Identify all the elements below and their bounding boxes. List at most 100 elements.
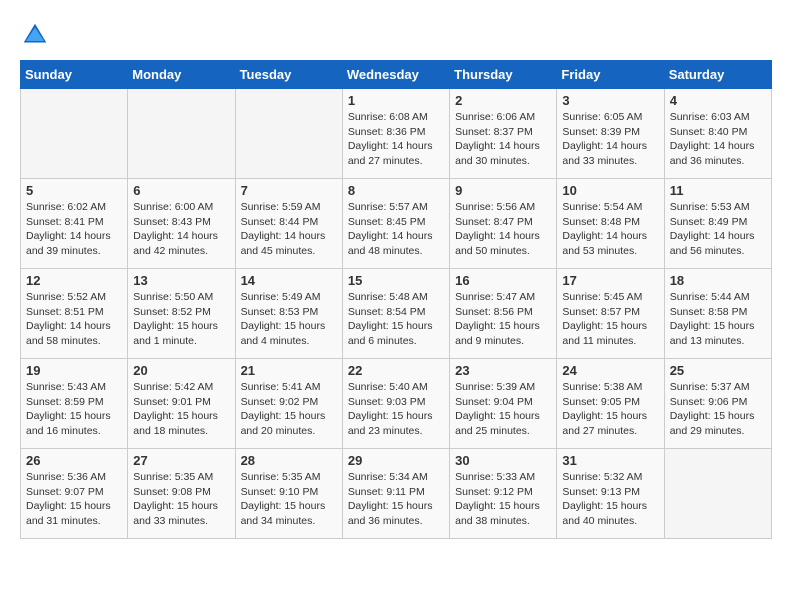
calendar-cell: 4 Sunrise: 6:03 AM Sunset: 8:40 PM Daylig…	[664, 89, 771, 179]
calendar-cell	[21, 89, 128, 179]
day-number: 9	[455, 183, 551, 198]
day-info: Sunrise: 5:37 AM Sunset: 9:06 PM Dayligh…	[670, 380, 766, 439]
day-info: Sunrise: 6:06 AM Sunset: 8:37 PM Dayligh…	[455, 110, 551, 169]
day-number: 30	[455, 453, 551, 468]
day-info: Sunrise: 6:03 AM Sunset: 8:40 PM Dayligh…	[670, 110, 766, 169]
day-info: Sunrise: 5:35 AM Sunset: 9:08 PM Dayligh…	[133, 470, 229, 529]
day-number: 5	[26, 183, 122, 198]
calendar-cell	[235, 89, 342, 179]
calendar-cell	[664, 449, 771, 539]
day-info: Sunrise: 5:35 AM Sunset: 9:10 PM Dayligh…	[241, 470, 337, 529]
day-info: Sunrise: 6:08 AM Sunset: 8:36 PM Dayligh…	[348, 110, 444, 169]
day-number: 29	[348, 453, 444, 468]
day-info: Sunrise: 5:33 AM Sunset: 9:12 PM Dayligh…	[455, 470, 551, 529]
day-number: 18	[670, 273, 766, 288]
day-info: Sunrise: 6:00 AM Sunset: 8:43 PM Dayligh…	[133, 200, 229, 259]
week-row-2: 5 Sunrise: 6:02 AM Sunset: 8:41 PM Daylig…	[21, 179, 772, 269]
calendar-cell: 30 Sunrise: 5:33 AM Sunset: 9:12 PM Dayli…	[450, 449, 557, 539]
day-info: Sunrise: 5:59 AM Sunset: 8:44 PM Dayligh…	[241, 200, 337, 259]
calendar-cell: 28Sunrise: 5:35 AM Sunset: 9:10 PM Dayli…	[235, 449, 342, 539]
calendar-cell: 6 Sunrise: 6:00 AM Sunset: 8:43 PM Daylig…	[128, 179, 235, 269]
day-number: 19	[26, 363, 122, 378]
day-number: 10	[562, 183, 658, 198]
day-info: Sunrise: 5:49 AM Sunset: 8:53 PM Dayligh…	[241, 290, 337, 349]
calendar-cell: 9 Sunrise: 5:56 AM Sunset: 8:47 PM Daylig…	[450, 179, 557, 269]
calendar-cell: 27 Sunrise: 5:35 AM Sunset: 9:08 PM Dayli…	[128, 449, 235, 539]
day-number: 26	[26, 453, 122, 468]
calendar-cell: 24 Sunrise: 5:38 AM Sunset: 9:05 PM Dayli…	[557, 359, 664, 449]
day-info: Sunrise: 5:48 AM Sunset: 8:54 PM Dayligh…	[348, 290, 444, 349]
calendar-cell: 2 Sunrise: 6:06 AM Sunset: 8:37 PM Daylig…	[450, 89, 557, 179]
day-number: 27	[133, 453, 229, 468]
day-info: Sunrise: 5:53 AM Sunset: 8:49 PM Dayligh…	[670, 200, 766, 259]
calendar-cell: 21Sunrise: 5:41 AM Sunset: 9:02 PM Dayli…	[235, 359, 342, 449]
weekday-header-saturday: Saturday	[664, 61, 771, 89]
logo-icon	[20, 20, 50, 50]
day-number: 13	[133, 273, 229, 288]
day-info: Sunrise: 5:43 AM Sunset: 8:59 PM Dayligh…	[26, 380, 122, 439]
day-number: 3	[562, 93, 658, 108]
day-number: 31	[562, 453, 658, 468]
day-info: Sunrise: 5:42 AM Sunset: 9:01 PM Dayligh…	[133, 380, 229, 439]
day-info: Sunrise: 5:39 AM Sunset: 9:04 PM Dayligh…	[455, 380, 551, 439]
weekday-header-friday: Friday	[557, 61, 664, 89]
day-info: Sunrise: 5:32 AM Sunset: 9:13 PM Dayligh…	[562, 470, 658, 529]
calendar-cell: 13 Sunrise: 5:50 AM Sunset: 8:52 PM Dayli…	[128, 269, 235, 359]
week-row-1: 1 Sunrise: 6:08 AM Sunset: 8:36 PM Daylig…	[21, 89, 772, 179]
calendar-cell: 18Sunrise: 5:44 AM Sunset: 8:58 PM Dayli…	[664, 269, 771, 359]
calendar-cell: 26Sunrise: 5:36 AM Sunset: 9:07 PM Dayli…	[21, 449, 128, 539]
calendar-cell: 17Sunrise: 5:45 AM Sunset: 8:57 PM Dayli…	[557, 269, 664, 359]
day-number: 22	[348, 363, 444, 378]
day-number: 1	[348, 93, 444, 108]
page-header	[20, 20, 772, 50]
day-number: 12	[26, 273, 122, 288]
calendar-cell: 19 Sunrise: 5:43 AM Sunset: 8:59 PM Dayli…	[21, 359, 128, 449]
calendar-cell: 7 Sunrise: 5:59 AM Sunset: 8:44 PM Daylig…	[235, 179, 342, 269]
weekday-header-sunday: Sunday	[21, 61, 128, 89]
day-info: Sunrise: 5:47 AM Sunset: 8:56 PM Dayligh…	[455, 290, 551, 349]
calendar-cell: 3 Sunrise: 6:05 AM Sunset: 8:39 PM Daylig…	[557, 89, 664, 179]
calendar-cell: 31 Sunrise: 5:32 AM Sunset: 9:13 PM Dayli…	[557, 449, 664, 539]
day-number: 4	[670, 93, 766, 108]
calendar-cell: 29 Sunrise: 5:34 AM Sunset: 9:11 PM Dayli…	[342, 449, 449, 539]
calendar-cell: 14 Sunrise: 5:49 AM Sunset: 8:53 PM Dayli…	[235, 269, 342, 359]
calendar-cell: 23Sunrise: 5:39 AM Sunset: 9:04 PM Dayli…	[450, 359, 557, 449]
day-number: 20	[133, 363, 229, 378]
day-number: 24	[562, 363, 658, 378]
day-number: 8	[348, 183, 444, 198]
day-number: 15	[348, 273, 444, 288]
day-number: 2	[455, 93, 551, 108]
weekday-header-thursday: Thursday	[450, 61, 557, 89]
week-row-5: 26Sunrise: 5:36 AM Sunset: 9:07 PM Dayli…	[21, 449, 772, 539]
day-info: Sunrise: 5:50 AM Sunset: 8:52 PM Dayligh…	[133, 290, 229, 349]
day-info: Sunrise: 5:56 AM Sunset: 8:47 PM Dayligh…	[455, 200, 551, 259]
day-info: Sunrise: 6:02 AM Sunset: 8:41 PM Dayligh…	[26, 200, 122, 259]
day-info: Sunrise: 5:34 AM Sunset: 9:11 PM Dayligh…	[348, 470, 444, 529]
day-info: Sunrise: 5:40 AM Sunset: 9:03 PM Dayligh…	[348, 380, 444, 439]
day-info: Sunrise: 6:05 AM Sunset: 8:39 PM Dayligh…	[562, 110, 658, 169]
weekday-header-monday: Monday	[128, 61, 235, 89]
day-info: Sunrise: 5:54 AM Sunset: 8:48 PM Dayligh…	[562, 200, 658, 259]
weekday-header-tuesday: Tuesday	[235, 61, 342, 89]
week-row-4: 19 Sunrise: 5:43 AM Sunset: 8:59 PM Dayli…	[21, 359, 772, 449]
day-number: 25	[670, 363, 766, 378]
day-number: 16	[455, 273, 551, 288]
week-row-3: 12Sunrise: 5:52 AM Sunset: 8:51 PM Dayli…	[21, 269, 772, 359]
calendar-cell: 16 Sunrise: 5:47 AM Sunset: 8:56 PM Dayli…	[450, 269, 557, 359]
day-number: 14	[241, 273, 337, 288]
calendar-cell: 5 Sunrise: 6:02 AM Sunset: 8:41 PM Daylig…	[21, 179, 128, 269]
day-number: 6	[133, 183, 229, 198]
day-number: 17	[562, 273, 658, 288]
calendar-cell	[128, 89, 235, 179]
calendar-cell: 10 Sunrise: 5:54 AM Sunset: 8:48 PM Dayli…	[557, 179, 664, 269]
logo	[20, 20, 54, 50]
calendar-cell: 12Sunrise: 5:52 AM Sunset: 8:51 PM Dayli…	[21, 269, 128, 359]
day-info: Sunrise: 5:38 AM Sunset: 9:05 PM Dayligh…	[562, 380, 658, 439]
day-number: 11	[670, 183, 766, 198]
day-info: Sunrise: 5:41 AM Sunset: 9:02 PM Dayligh…	[241, 380, 337, 439]
calendar-cell: 1 Sunrise: 6:08 AM Sunset: 8:36 PM Daylig…	[342, 89, 449, 179]
calendar-header-row: SundayMondayTuesdayWednesdayThursdayFrid…	[21, 61, 772, 89]
day-info: Sunrise: 5:57 AM Sunset: 8:45 PM Dayligh…	[348, 200, 444, 259]
day-number: 7	[241, 183, 337, 198]
calendar-cell: 25 Sunrise: 5:37 AM Sunset: 9:06 PM Dayli…	[664, 359, 771, 449]
